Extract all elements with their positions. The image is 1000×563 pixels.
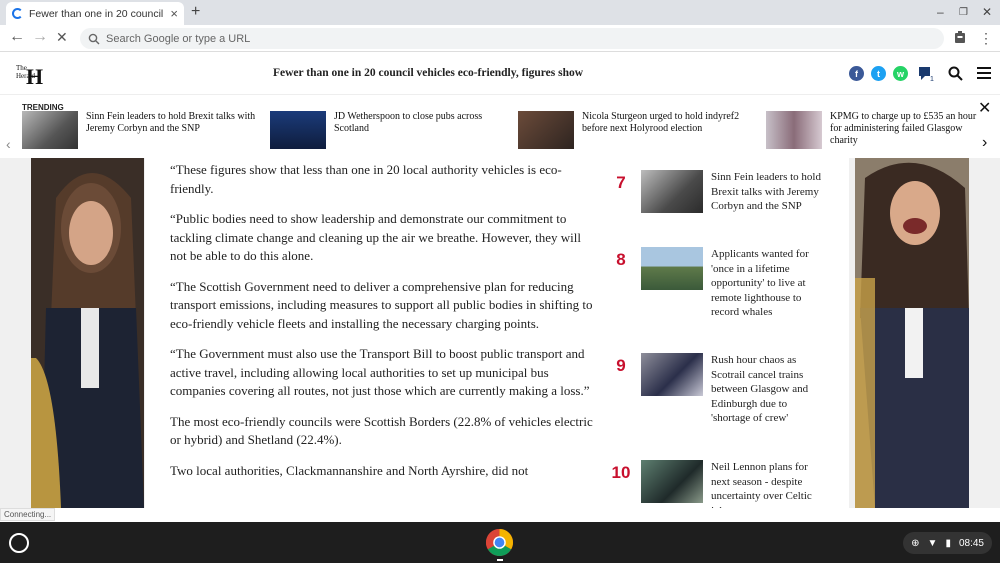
- trending-item[interactable]: Sinn Fein leaders to hold Brexit talks w…: [22, 111, 256, 149]
- twitter-icon[interactable]: t: [871, 66, 886, 81]
- battery-icon: ▮: [945, 537, 951, 549]
- toolbar: ← → ✕ Search Google or type a URL ⋮: [0, 25, 1000, 52]
- item-number: 8: [616, 250, 626, 269]
- stop-icon[interactable]: ✕: [56, 29, 68, 46]
- trending-thumbnail: [518, 111, 574, 149]
- item-title: Sinn Fein leaders to hold Brexit talks w…: [711, 171, 821, 213]
- article: “These figures show that less than one i…: [145, 158, 849, 508]
- site-header: The HeraldH Fewer than one in 20 council…: [0, 53, 1000, 95]
- trending-title: KPMG to charge up to £535 an hour for ad…: [830, 111, 977, 146]
- item-title: Applicants wanted for 'once in a lifetim…: [711, 248, 809, 319]
- item-number: 10: [611, 463, 631, 482]
- search-icon[interactable]: [948, 66, 963, 81]
- extension-icon[interactable]: [954, 30, 966, 44]
- article-body: “These figures show that less than one i…: [170, 161, 600, 492]
- trending-thumbnail: [22, 111, 78, 149]
- search-icon: [88, 33, 100, 44]
- article-paragraph: Two local authorities, Clackmannanshire …: [170, 462, 529, 478]
- wifi-icon: ▼: [927, 537, 938, 549]
- restore-icon[interactable]: ❐: [959, 7, 968, 18]
- site-logo[interactable]: The HeraldH: [16, 64, 43, 90]
- advert-image: [31, 158, 144, 508]
- facebook-icon[interactable]: f: [849, 66, 864, 81]
- tab-title: Fewer than one in 20 council vehicles ec…: [29, 7, 166, 20]
- item-thumbnail: [641, 247, 703, 290]
- trending-item[interactable]: KPMG to charge up to £535 an hour for ad…: [766, 111, 980, 149]
- item-thumbnail: [641, 460, 703, 503]
- trending-item[interactable]: JD Wetherspoon to close pubs across Scot…: [270, 111, 504, 149]
- item-thumbnail: [641, 353, 703, 396]
- minimize-icon[interactable]: –: [937, 5, 944, 19]
- advert-image: [855, 158, 969, 508]
- svg-text:1: 1: [930, 76, 934, 82]
- launcher-icon[interactable]: [9, 533, 29, 553]
- chrome-app-icon[interactable]: [485, 528, 514, 557]
- trending-bar: TRENDING ‹ Sinn Fein leaders to hold Bre…: [0, 96, 1000, 158]
- content-area: “These figures show that less than one i…: [0, 158, 1000, 508]
- whatsapp-icon[interactable]: w: [893, 66, 908, 81]
- article-paragraph: “Public bodies need to show leadership a…: [170, 211, 581, 263]
- loading-spinner-icon: [12, 8, 23, 19]
- item-number: 7: [616, 173, 626, 192]
- article-paragraph: “The Scottish Government need to deliver…: [170, 278, 593, 331]
- article-paragraph: “These figures show that less than one i…: [170, 162, 562, 196]
- clock: 08:45: [958, 537, 984, 549]
- browser-tab[interactable]: Fewer than one in 20 council vehicles ec…: [6, 2, 184, 25]
- active-app-indicator: [497, 559, 503, 561]
- left-advert[interactable]: [31, 158, 144, 508]
- chevron-right-icon[interactable]: ›: [982, 134, 987, 152]
- omnibox-placeholder: Search Google or type a URL: [106, 32, 251, 45]
- item-thumbnail: [641, 170, 703, 213]
- comments-icon[interactable]: 1: [918, 66, 934, 82]
- close-tab-icon[interactable]: ×: [170, 6, 178, 21]
- trending-title: Sinn Fein leaders to hold Brexit talks w…: [86, 111, 256, 134]
- omnibox[interactable]: Search Google or type a URL: [80, 28, 944, 49]
- forward-icon[interactable]: →: [32, 28, 48, 46]
- chevron-left-icon[interactable]: ‹: [6, 136, 11, 152]
- close-trending-icon[interactable]: ✕: [978, 98, 991, 118]
- item-number: 9: [616, 356, 626, 375]
- article-paragraph: The most eco-friendly councils were Scot…: [170, 413, 593, 448]
- trending-item[interactable]: Nicola Sturgeon urged to hold indyref2 b…: [518, 111, 752, 149]
- article-paragraph: “The Government must also use the Transp…: [170, 346, 590, 398]
- trending-thumbnail: [270, 111, 326, 149]
- hamburger-menu-icon[interactable]: [977, 67, 991, 79]
- item-title: Neil Lennon plans for next season - desp…: [711, 461, 812, 508]
- add-icon: ⊕: [911, 537, 920, 549]
- new-tab-button[interactable]: +: [191, 3, 200, 21]
- status-bar: Connecting...: [0, 508, 1000, 522]
- logo-small-text: The Herald: [16, 64, 36, 80]
- trending-thumbnail: [766, 111, 822, 149]
- tab-strip: Fewer than one in 20 council vehicles ec…: [0, 0, 1000, 25]
- item-title: Rush hour chaos as Scotrail cancel train…: [711, 354, 809, 425]
- menu-dots-icon[interactable]: ⋮: [979, 30, 993, 47]
- status-text: Connecting...: [0, 508, 56, 521]
- back-icon[interactable]: ←: [9, 28, 25, 46]
- page-headline: Fewer than one in 20 council vehicles ec…: [273, 67, 584, 79]
- close-window-icon[interactable]: ✕: [982, 5, 992, 19]
- right-advert[interactable]: [855, 158, 969, 508]
- trending-title: JD Wetherspoon to close pubs across Scot…: [334, 111, 483, 134]
- system-tray[interactable]: ⊕ ▼ ▮ 08:45: [903, 532, 992, 554]
- trending-title: Nicola Sturgeon urged to hold indyref2 b…: [582, 111, 740, 134]
- os-shelf: ⊕ ▼ ▮ 08:45: [0, 522, 1000, 563]
